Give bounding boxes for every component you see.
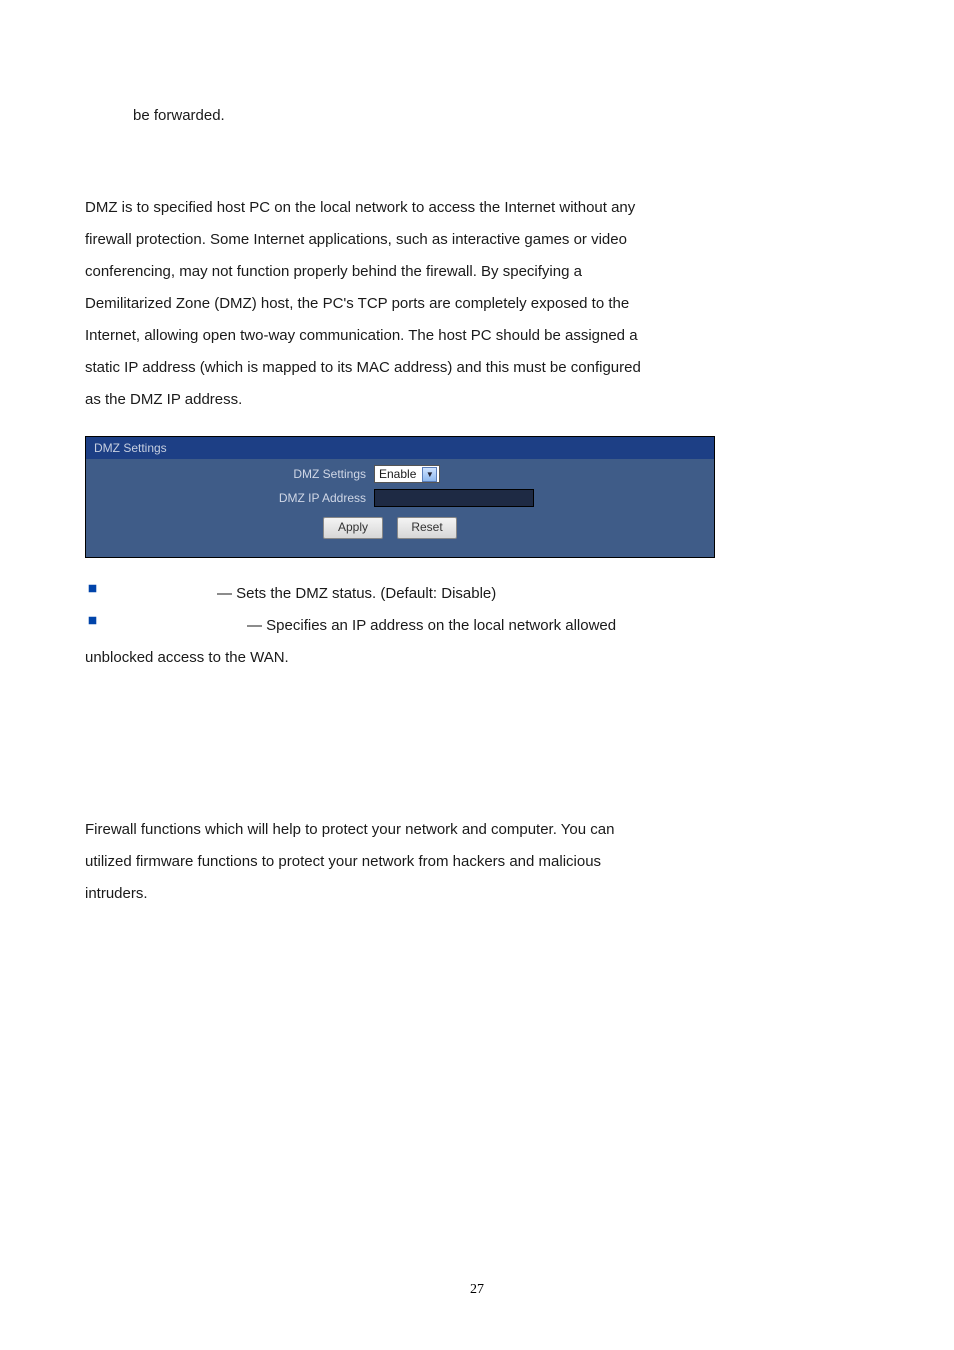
dmz-ip-label: DMZ IP Address <box>276 491 366 505</box>
dmz-paragraph: DMZ is to specified host PC on the local… <box>85 192 869 416</box>
bullet-list: ◆ — Sets the DMZ status. (Default: Disab… <box>85 578 869 642</box>
apply-button[interactable]: Apply <box>323 517 383 539</box>
para1-line: as the DMZ IP address. <box>85 384 869 416</box>
dmz-button-row: Apply Reset <box>66 517 714 543</box>
page-number: 27 <box>0 1282 954 1298</box>
para2-line: intruders. <box>85 878 869 910</box>
para2-line: Firewall functions which will help to pr… <box>85 814 869 846</box>
bullet-text: — Sets the DMZ status. (Default: Disable… <box>117 578 869 610</box>
bullet-continuation: unblocked access to the WAN. <box>85 642 869 674</box>
firewall-paragraph: Firewall functions which will help to pr… <box>85 814 869 910</box>
dmz-settings-select[interactable]: Enable ▼ <box>374 465 440 483</box>
page: be forwarded. DMZ is to specified host P… <box>0 0 954 1350</box>
dmz-panel-title: DMZ Settings <box>86 437 714 459</box>
dmz-ip-row: DMZ IP Address <box>86 489 714 507</box>
para1-line: conferencing, may not function properly … <box>85 256 869 288</box>
para1-line: firewall protection. Some Internet appli… <box>85 224 869 256</box>
para1-line: static IP address (which is mapped to it… <box>85 352 869 384</box>
dmz-settings-label: DMZ Settings <box>276 467 366 481</box>
para1-line: DMZ is to specified host PC on the local… <box>85 192 869 224</box>
dmz-settings-row: DMZ Settings Enable ▼ <box>86 465 714 483</box>
para1-line: Demilitarized Zone (DMZ) host, the PC's … <box>85 288 869 320</box>
para1-line: Internet, allowing open two-way communic… <box>85 320 869 352</box>
dmz-ip-input[interactable] <box>374 489 534 507</box>
para2-line: utilized firmware functions to protect y… <box>85 846 869 878</box>
list-item: ◆ — Sets the DMZ status. (Default: Disab… <box>85 578 869 610</box>
dmz-settings-select-value: Enable <box>379 467 422 481</box>
list-item: ◆ — Specifies an IP address on the local… <box>85 610 869 642</box>
bullet-text: — Specifies an IP address on the local n… <box>117 610 869 642</box>
chevron-down-icon: ▼ <box>422 467 437 482</box>
reset-button[interactable]: Reset <box>397 517 457 539</box>
dmz-settings-panel: DMZ Settings DMZ Settings Enable ▼ DMZ I… <box>85 436 715 558</box>
top-fragment-line: be forwarded. <box>85 100 869 132</box>
dmz-panel-body: DMZ Settings Enable ▼ DMZ IP Address App… <box>86 459 714 557</box>
